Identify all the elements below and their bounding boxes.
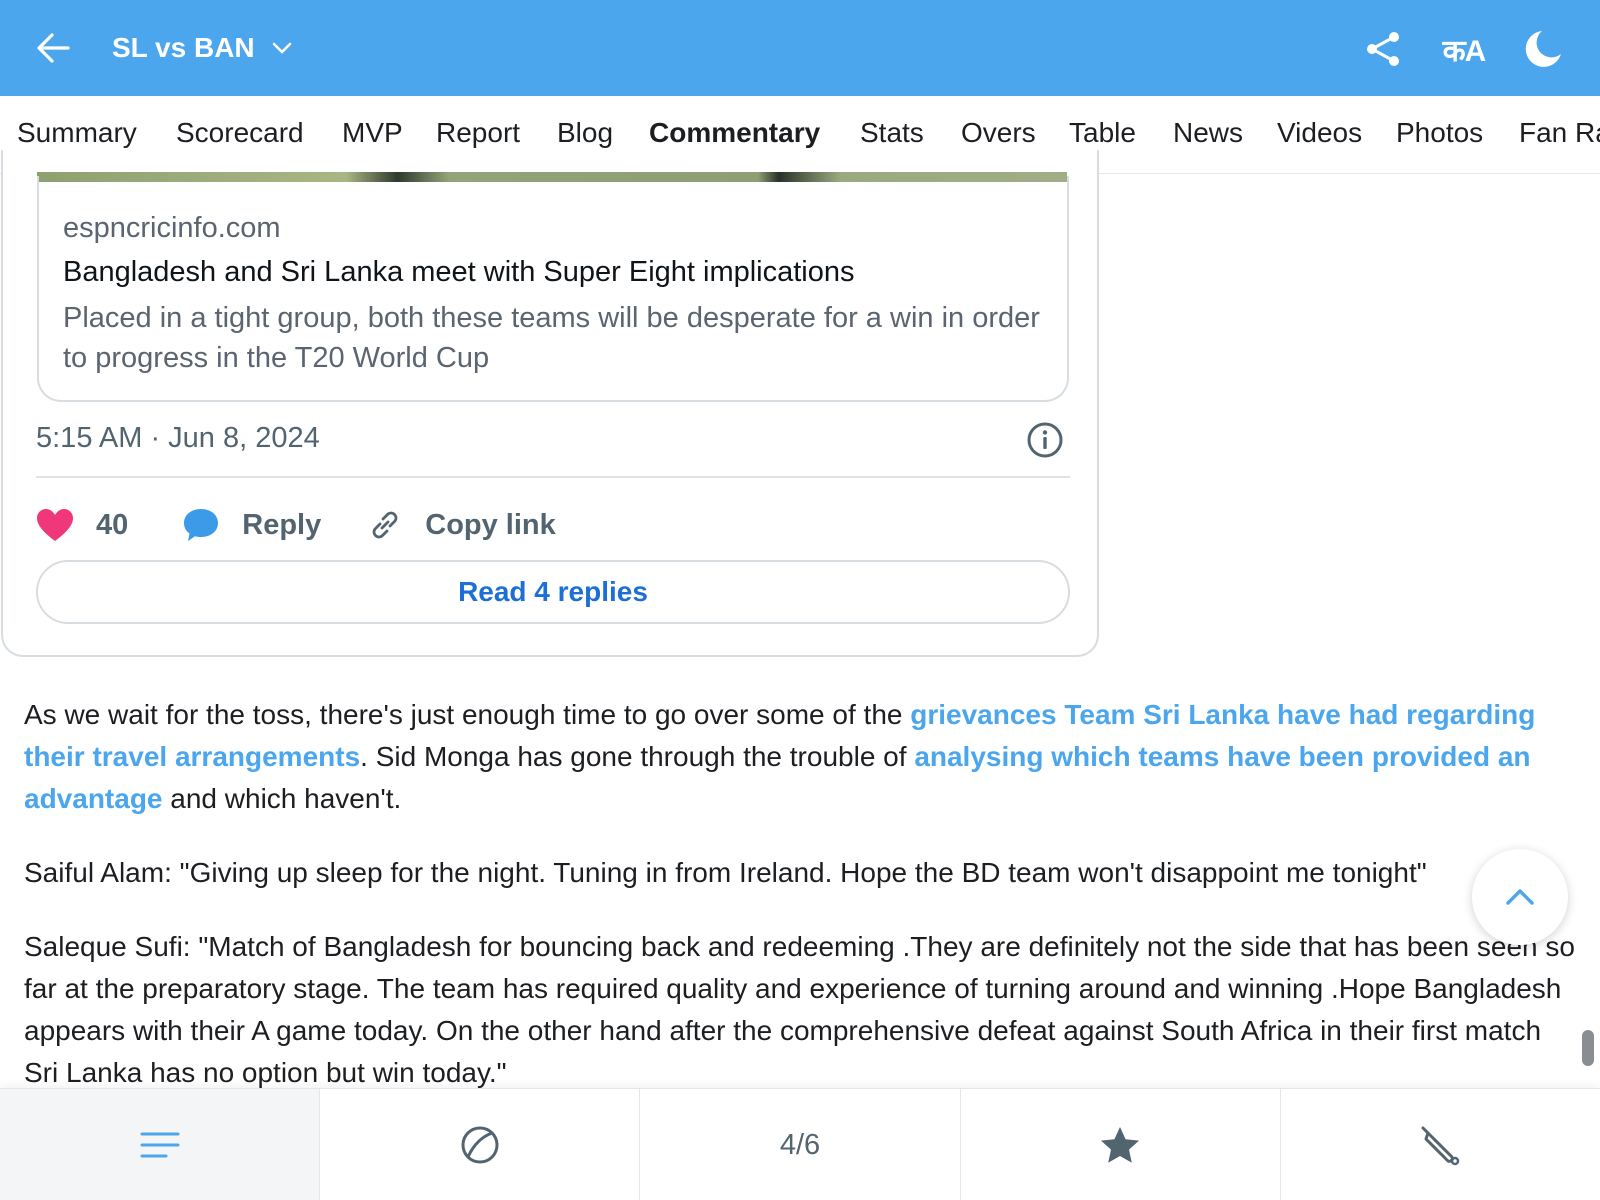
like-count: 40: [96, 508, 129, 541]
dark-mode-moon-icon[interactable]: [1520, 26, 1566, 72]
scrollbar-thumb[interactable]: [1582, 1030, 1594, 1066]
embedded-tweet: espncricinfo.com Bangladesh and Sri Lank…: [1, 150, 1099, 657]
read-replies-button[interactable]: Read 4 replies: [36, 560, 1070, 624]
cricket-ball-icon: [461, 1126, 499, 1164]
link-domain: espncricinfo.com: [63, 212, 281, 244]
menu-lines-icon: [140, 1132, 180, 1158]
app-header: SL vs BAN कA: [0, 0, 1600, 96]
copy-link-button[interactable]: Copy link: [367, 507, 556, 543]
link-preview-card[interactable]: espncricinfo.com Bangladesh and Sri Lank…: [37, 176, 1069, 402]
link-description: Placed in a tight group, both these team…: [63, 302, 1040, 374]
divider: [36, 476, 1070, 478]
info-icon[interactable]: [1025, 420, 1065, 460]
menu-button[interactable]: [0, 1089, 321, 1200]
reply-label: Reply: [242, 508, 322, 541]
ball-button[interactable]: [320, 1089, 641, 1200]
tab-videos[interactable]: Videos: [1277, 96, 1362, 173]
copy-link-label: Copy link: [425, 508, 556, 541]
reply-button[interactable]: Reply: [182, 507, 321, 543]
batting-button[interactable]: [1281, 1089, 1600, 1200]
chevron-down-icon: [272, 42, 291, 54]
language-icon[interactable]: कA: [1434, 26, 1494, 72]
chevron-up-icon: [1506, 889, 1534, 905]
match-title: SL vs BAN: [112, 32, 255, 63]
link-icon: [372, 511, 398, 539]
commentary-paragraph: As we wait for the toss, there's just en…: [24, 699, 1536, 814]
link-title: Bangladesh and Sri Lanka meet with Super…: [63, 256, 855, 288]
scroll-to-top-button[interactable]: [1472, 849, 1568, 945]
cricket-bat-icon: [1421, 1126, 1460, 1166]
fan-comment: Saiful Alam: "Giving up sleep for the ni…: [24, 857, 1427, 888]
page-indicator: 4/6: [779, 1128, 821, 1161]
tab-fan-ratings[interactable]: Fan Ra: [1519, 96, 1600, 173]
tab-photos[interactable]: Photos: [1396, 96, 1483, 173]
match-selector[interactable]: SL vs BAN: [112, 28, 295, 68]
like-button[interactable]: 40: [36, 508, 128, 542]
back-arrow-icon[interactable]: [34, 28, 74, 68]
tweet-timestamp[interactable]: 5:15 AM · Jun 8, 2024: [36, 422, 320, 455]
page-indicator-button[interactable]: 4/6: [640, 1089, 961, 1200]
heart-icon: [37, 509, 73, 541]
tab-news[interactable]: News: [1173, 96, 1243, 173]
star-icon: [1101, 1127, 1140, 1163]
fan-comment: Saleque Sufi: "Match of Bangladesh for b…: [24, 931, 1575, 1088]
share-icon[interactable]: [1360, 26, 1406, 72]
favorites-button[interactable]: [961, 1089, 1281, 1200]
bottom-navigation: 4/6: [0, 1088, 1600, 1200]
speech-bubble-icon: [184, 509, 219, 541]
tweet-actions: 40 Reply Copy link: [36, 500, 556, 550]
